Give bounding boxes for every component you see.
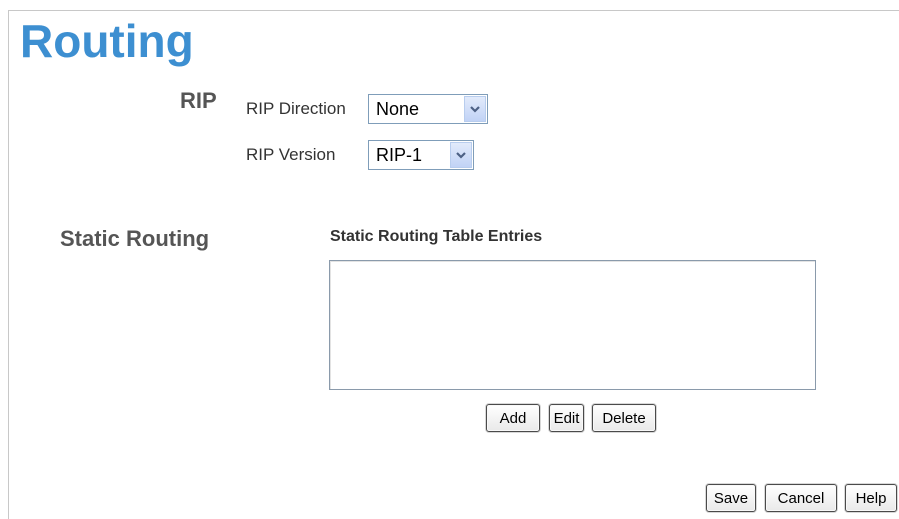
chevron-down-icon — [470, 106, 480, 113]
cancel-button[interactable]: Cancel — [765, 484, 837, 512]
help-button[interactable]: Help — [845, 484, 897, 512]
rip-direction-select[interactable]: None — [368, 94, 488, 124]
edit-route-button[interactable]: Edit — [549, 404, 584, 432]
rip-direction-label: RIP Direction — [246, 99, 346, 118]
rip-direction-value: None — [376, 98, 420, 119]
rip-version-value: RIP-1 — [376, 144, 423, 165]
rip-version-select[interactable]: RIP-1 — [368, 140, 474, 170]
rip-version-dropdown-button[interactable] — [450, 142, 472, 168]
save-button[interactable]: Save — [706, 484, 756, 512]
page-title: Routing — [20, 15, 194, 67]
delete-route-button[interactable]: Delete — [592, 404, 656, 432]
rip-version-label: RIP Version — [246, 145, 336, 164]
static-routing-entries-list[interactable] — [329, 260, 816, 390]
rip-direction-dropdown-button[interactable] — [464, 96, 486, 122]
add-route-button[interactable]: Add — [486, 404, 540, 432]
static-routing-table-title: Static Routing Table Entries — [330, 228, 543, 245]
static-routing-section-heading: Static Routing — [60, 226, 210, 251]
rip-section-heading: RIP — [180, 88, 217, 113]
chevron-down-icon — [456, 152, 466, 159]
